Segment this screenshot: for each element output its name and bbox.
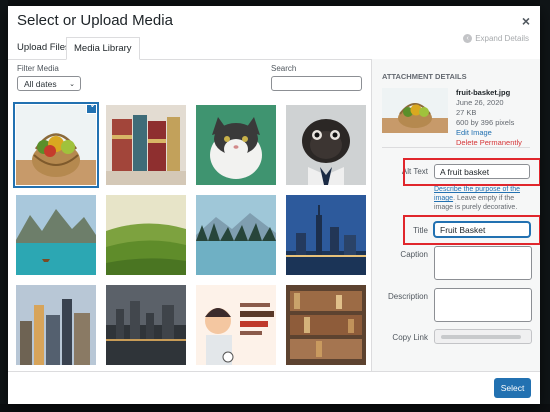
attachment-date: June 26, 2020 [456, 98, 504, 107]
search-label: Search [271, 64, 297, 73]
media-toolbar: Select [8, 371, 540, 404]
media-modal: Select or Upload Media × Upload Files Me… [8, 6, 540, 404]
date-filter-value: All dates [24, 79, 57, 89]
expand-details-button[interactable]: ‹ Expand Details [463, 34, 529, 43]
attachment-wordpress-errors[interactable] [196, 285, 276, 365]
date-filter-select[interactable]: All dates ⌄ [17, 76, 81, 91]
selected-check-icon[interactable]: ✓ [87, 105, 96, 113]
attachment-library-shelves[interactable] [286, 285, 366, 365]
description-textarea[interactable] [434, 288, 532, 322]
cat-image [196, 105, 276, 185]
title-highlight-box [403, 215, 540, 245]
backdrop-left-edge [0, 0, 8, 412]
attachment-dimensions: 600 by 396 pixels [456, 118, 515, 127]
caption-textarea[interactable] [434, 246, 532, 280]
edit-image-link[interactable]: Edit Image [456, 128, 522, 138]
attachment-city-night[interactable] [286, 195, 366, 275]
attachments-browser: Filter Media All dates ⌄ Search ✓ [8, 59, 371, 372]
modal-title: Select or Upload Media [17, 12, 173, 29]
copy-link-label: Copy Link [392, 333, 428, 342]
pug-image [286, 105, 366, 185]
alt-text-highlight-box [403, 158, 540, 186]
attachment-fruit-basket[interactable]: ✓ [16, 105, 96, 185]
backdrop-bottom-edge [0, 404, 550, 412]
meadow-image [106, 195, 186, 275]
attachment-details-heading: Attachment Details [382, 72, 467, 81]
fruit-basket-preview-image [382, 88, 448, 133]
tab-media-library[interactable]: Media Library [66, 37, 140, 60]
fruit-basket-image [16, 105, 96, 185]
filter-media-label: Filter Media [17, 64, 59, 73]
attachment-meadow[interactable] [106, 195, 186, 275]
backdrop-right-edge [540, 0, 550, 412]
wordpress-errors-image [196, 285, 276, 365]
media-tabs: Upload Files Media Library [8, 36, 540, 60]
search-input[interactable] [271, 76, 362, 91]
attachment-filename: fruit-basket.jpg [456, 88, 511, 97]
description-label: Description [387, 292, 428, 301]
library-shelves-image [286, 285, 366, 365]
chevron-left-icon: ‹ [463, 34, 473, 43]
attachment-forest-lake[interactable] [196, 195, 276, 275]
city-night-image [286, 195, 366, 275]
attachment-info: fruit-basket.jpg June 26, 2020 27 KB 600… [456, 88, 522, 148]
selected-attachment-thumbnail [382, 88, 448, 133]
alt-text-hint: Describe the purpose of the image. Leave… [434, 185, 534, 212]
attachment-books[interactable] [106, 105, 186, 185]
forest-lake-image [196, 195, 276, 275]
sidebar-divider [382, 147, 530, 148]
caption-label: Caption [400, 250, 428, 259]
chevron-down-icon: ⌄ [69, 81, 75, 88]
blurred-url-placeholder [441, 335, 521, 339]
books-image [106, 105, 186, 185]
copy-link-field[interactable] [434, 329, 532, 344]
city-dusk-image [106, 285, 186, 365]
attachment-cat[interactable] [196, 105, 276, 185]
attachment-filesize: 27 KB [456, 108, 477, 117]
city-skyline-image [16, 285, 96, 365]
attachment-pug[interactable] [286, 105, 366, 185]
attachment-details-sidebar: Attachment Details fruit-basket.jpg June… [371, 59, 540, 372]
select-button[interactable]: Select [494, 378, 531, 398]
attachment-lake[interactable] [16, 195, 96, 275]
expand-details-label: Expand Details [475, 34, 529, 43]
attachment-city-dusk[interactable] [106, 285, 186, 365]
attachment-city-skyline[interactable] [16, 285, 96, 365]
close-icon[interactable]: × [522, 13, 530, 29]
lake-image [16, 195, 96, 275]
